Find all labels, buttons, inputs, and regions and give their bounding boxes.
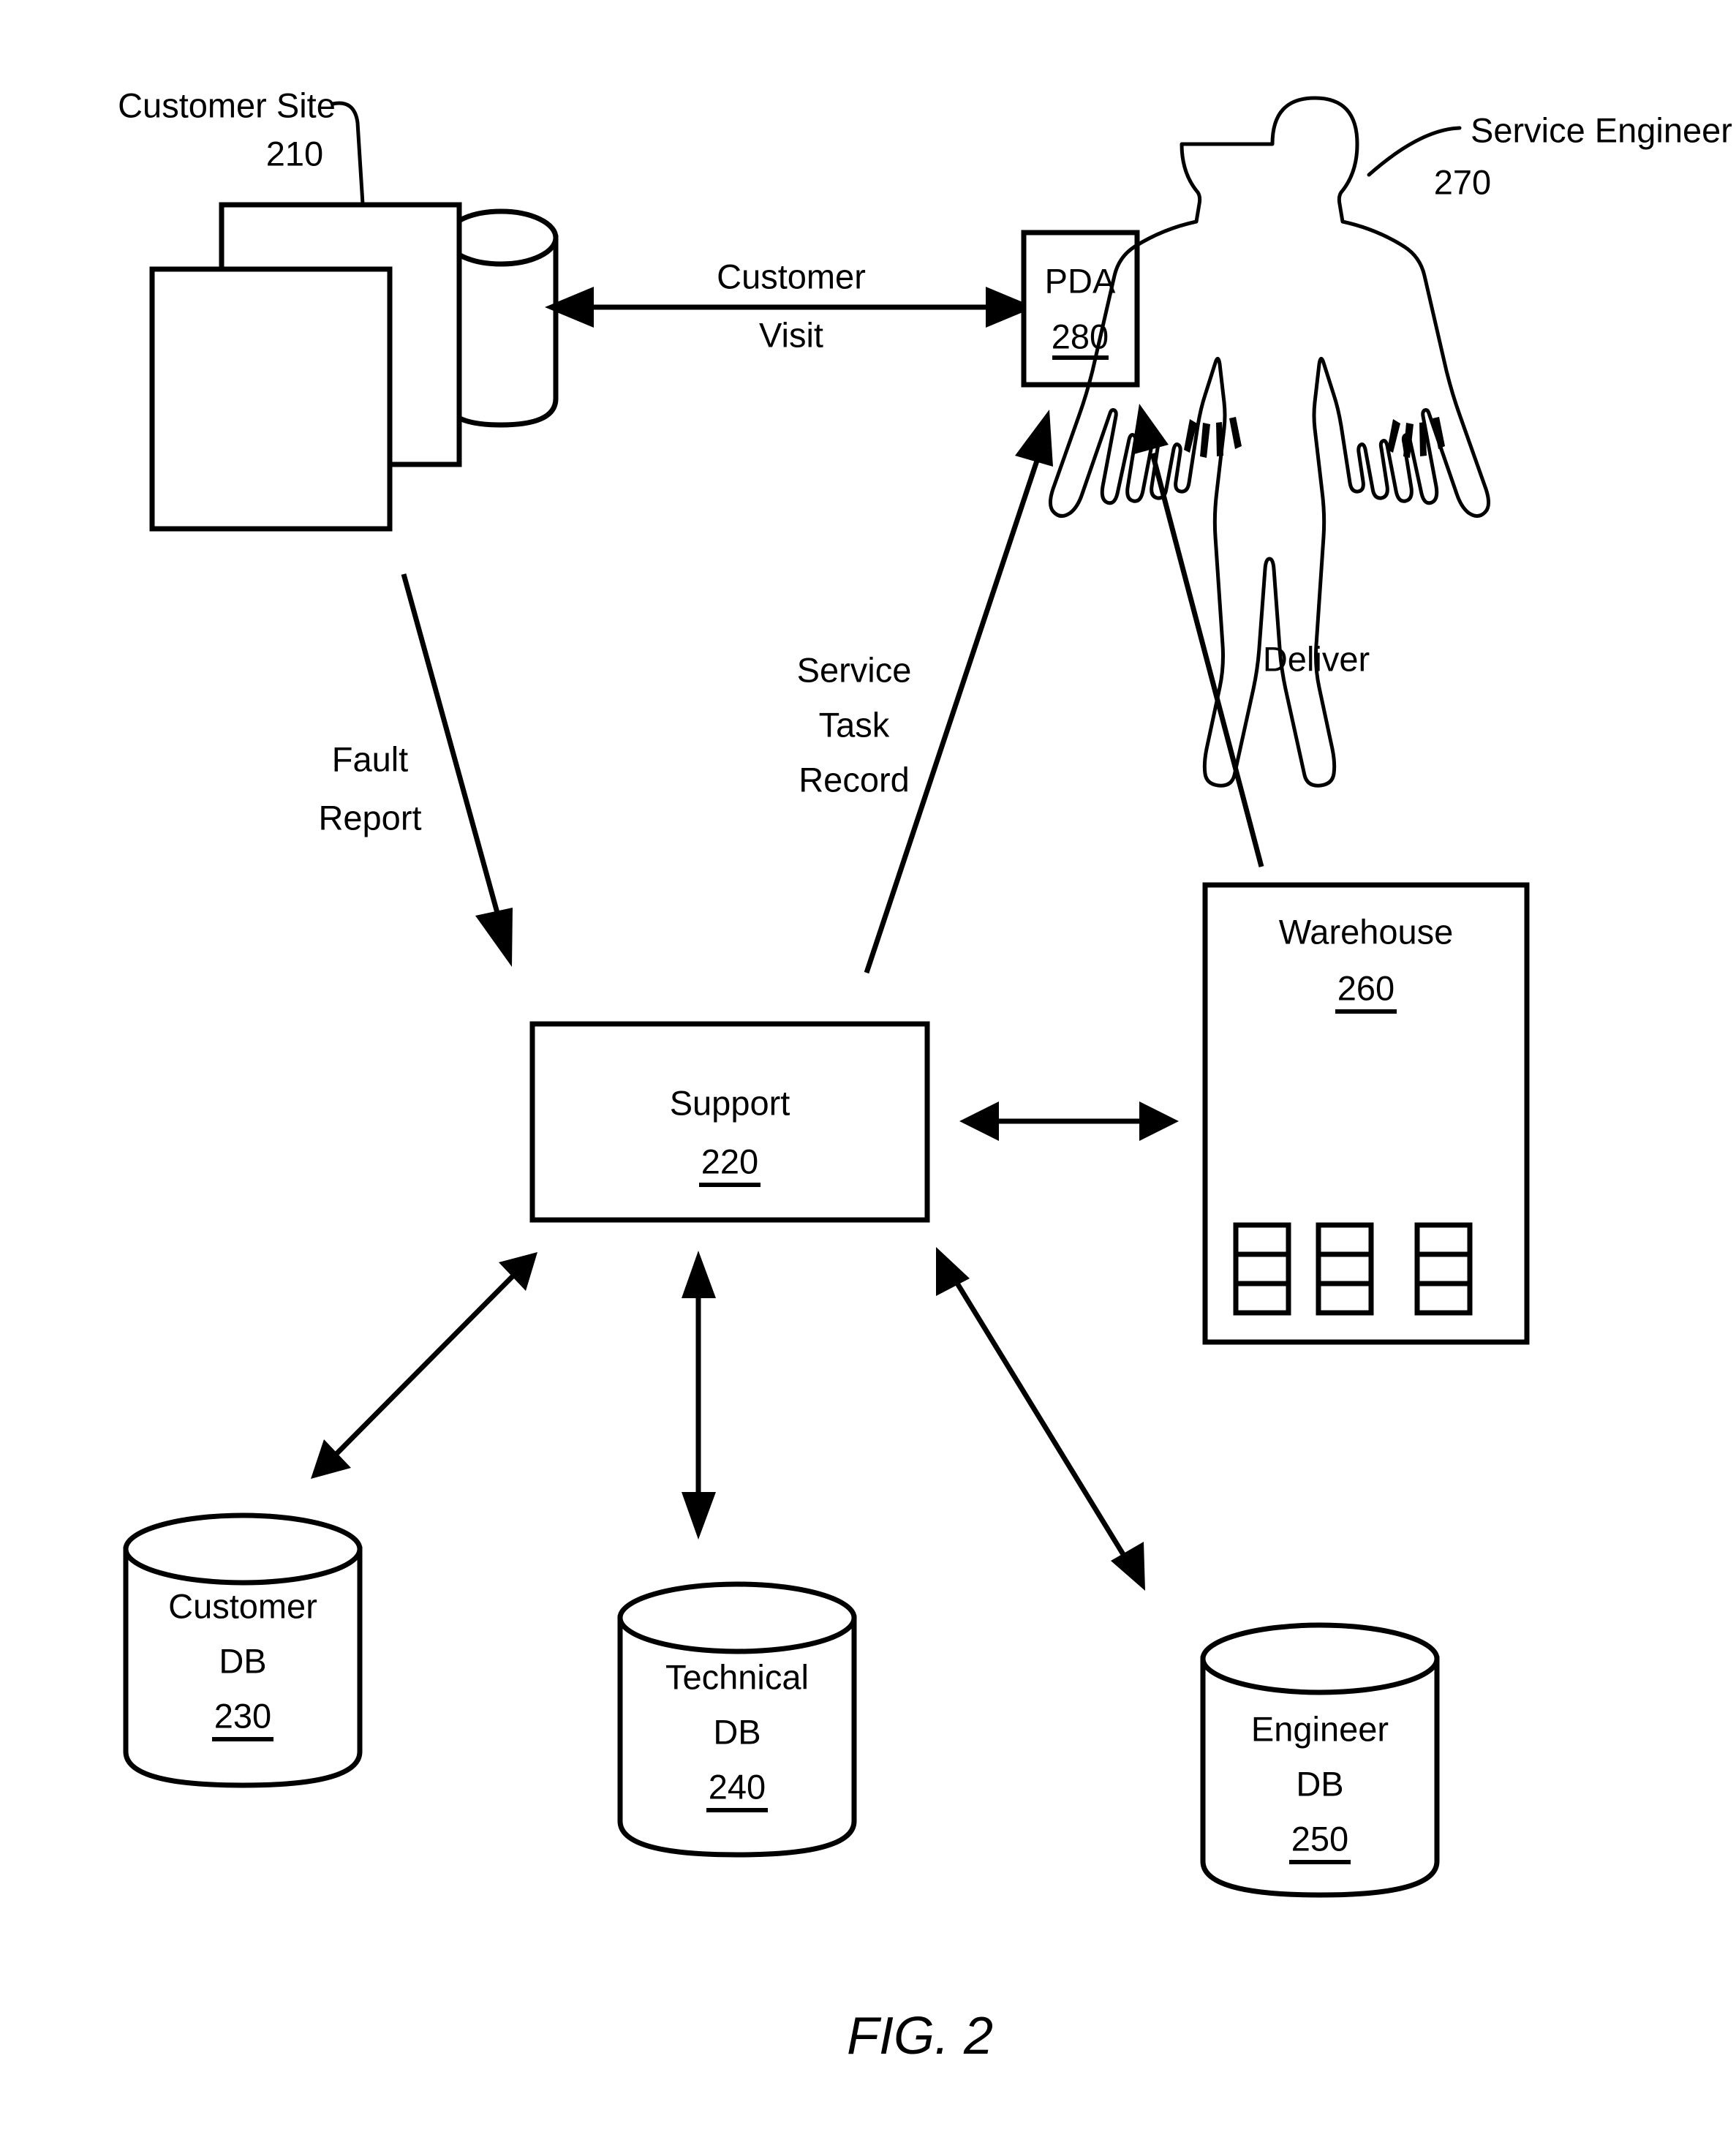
- edge-deliver: Deliver: [1131, 404, 1370, 867]
- node-support[interactable]: Support 220: [529, 1021, 930, 1223]
- support-technical-db-arrowhead-top: [682, 1251, 716, 1298]
- support-warehouse-arrowhead-right: [1139, 1101, 1179, 1141]
- edge-customer-visit: Customer Visit: [545, 257, 1035, 354]
- patent-figure-page: Customer Site 210 Customer Visit PDA 280: [0, 0, 1736, 2140]
- customer-site-ref: 210: [266, 134, 323, 173]
- deliver-label: Deliver: [1263, 639, 1370, 678]
- node-warehouse[interactable]: Warehouse 260: [1202, 882, 1530, 1345]
- service-engineer-right-hand-icon: [1387, 417, 1445, 458]
- support-engineer-db-arrow-line: [948, 1271, 1132, 1567]
- node-customer-db[interactable]: Customer DB 230: [123, 1512, 363, 1788]
- service-task-record-label-line1: Service: [797, 650, 912, 689]
- fault-report-arrow-line: [401, 573, 500, 913]
- figure-caption: FIG. 2: [847, 2007, 993, 2065]
- service-task-record-label-line2: Task: [819, 705, 890, 744]
- customer-site-database-icon: [443, 208, 559, 428]
- customer-db-ref: 230: [214, 1696, 271, 1735]
- fault-report-label-line2: Report: [318, 798, 421, 837]
- support-label: Support: [670, 1083, 790, 1122]
- technical-db-ref: 240: [709, 1767, 766, 1806]
- customer-site-label: Customer Site: [118, 86, 336, 124]
- engineer-db-ref: 250: [1291, 1819, 1348, 1858]
- fault-report-arrowhead: [475, 908, 513, 967]
- node-pda[interactable]: PDA 280: [1021, 230, 1140, 388]
- edge-fault-report: Fault Report: [318, 573, 513, 967]
- customer-site-front-document: [149, 266, 393, 532]
- warehouse-shelf-unit-3: [1414, 1222, 1473, 1316]
- edge-service-task-record: Service Task Record: [797, 410, 1053, 974]
- edge-support-engineer-db: [936, 1247, 1145, 1591]
- node-technical-db[interactable]: Technical DB 240: [617, 1581, 857, 1858]
- engineer-db-label-line2: DB: [1296, 1764, 1343, 1803]
- edge-support-warehouse: [959, 1101, 1179, 1141]
- service-engineer-label: Service Engineer: [1471, 110, 1732, 149]
- warehouse-shelf-unit-1: [1233, 1222, 1291, 1316]
- technical-db-label-line1: Technical: [665, 1657, 809, 1696]
- node-customer-site[interactable]: Customer Site 210: [118, 86, 559, 532]
- support-customer-db-arrow-line: [331, 1267, 521, 1460]
- technical-db-label-line2: DB: [713, 1712, 761, 1751]
- pda-box: [1021, 230, 1140, 388]
- support-engineer-db-arrowhead-bottom: [1111, 1542, 1145, 1591]
- customer-visit-label-line2: Visit: [759, 315, 823, 354]
- deliver-arrow-line: [1150, 453, 1264, 867]
- edge-support-customer-db: [311, 1252, 537, 1479]
- customer-visit-label-line1: Customer: [717, 257, 866, 295]
- edge-support-technical-db: [682, 1251, 716, 1540]
- engineer-db-label-line1: Engineer: [1251, 1709, 1389, 1748]
- figure-canvas: Customer Site 210 Customer Visit PDA 280: [118, 86, 1732, 2065]
- pda-label: PDA: [1045, 261, 1116, 300]
- service-task-record-label-line3: Record: [799, 760, 910, 799]
- customer-db-label-line2: DB: [219, 1641, 266, 1680]
- support-technical-db-arrowhead-bottom: [682, 1492, 716, 1540]
- service-engineer-ref: 270: [1434, 162, 1491, 201]
- deliver-arrowhead: [1131, 404, 1169, 455]
- warehouse-label: Warehouse: [1279, 912, 1454, 951]
- service-task-record-arrowhead: [1015, 410, 1053, 467]
- support-warehouse-arrowhead-left: [959, 1101, 999, 1141]
- warehouse-shelf-unit-2: [1316, 1222, 1374, 1316]
- support-engineer-db-arrowhead-top: [936, 1247, 970, 1296]
- fault-report-label-line1: Fault: [332, 739, 409, 778]
- service-task-record-arrow-line: [864, 459, 1040, 974]
- customer-db-label-line1: Customer: [168, 1586, 317, 1625]
- support-ref: 220: [701, 1142, 758, 1180]
- node-engineer-db[interactable]: Engineer DB 250: [1200, 1622, 1440, 1898]
- warehouse-ref: 260: [1337, 968, 1395, 1007]
